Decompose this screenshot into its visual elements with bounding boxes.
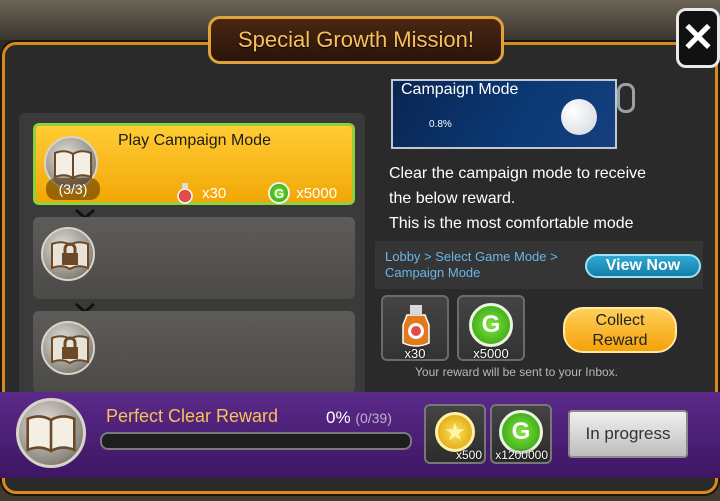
title-text: Special Growth Mission!	[238, 27, 474, 52]
path-line-2: Campaign Mode	[385, 265, 481, 280]
desc-line-2: the below reward.	[389, 190, 516, 207]
reward-qty: x500	[455, 448, 482, 462]
book-icon	[16, 398, 86, 468]
perfect-progress-bar	[100, 432, 412, 450]
mission-description: Clear the campaign mode to receive the b…	[389, 161, 709, 236]
mission-progress: (3/3)	[46, 178, 100, 200]
mission-item-locked[interactable]	[33, 217, 355, 299]
reward-slot-coin[interactable]: G x1200000	[490, 404, 552, 464]
percent-value: 0%	[326, 408, 351, 427]
path-text: Lobby > Select Game Mode > Campaign Mode	[385, 249, 585, 281]
lock-book-icon	[41, 321, 95, 375]
golf-ball-icon	[561, 99, 597, 135]
mission-item-campaign[interactable]: (3/3) Play Campaign Mode x30 G x5000	[33, 123, 355, 205]
banner-percent: 0.8%	[429, 119, 452, 130]
potion-icon	[402, 305, 430, 347]
desc-line-3: This is the most comfortable mode	[389, 215, 634, 232]
reward-potion-qty: x30	[202, 184, 227, 202]
g-coin-icon: G	[469, 303, 513, 347]
mission-rewards: x30 G x5000	[174, 182, 337, 204]
percent-count: (0/39)	[355, 410, 392, 426]
mission-list[interactable]: (3/3) Play Campaign Mode x30 G x5000	[19, 113, 365, 431]
collect-line-2: Reward	[592, 332, 648, 349]
potion-icon	[177, 183, 193, 204]
banner-title: Campaign Mode	[401, 81, 519, 98]
campaign-banner: Campaign Mode 0.8%	[391, 79, 617, 149]
reward-slot-potion[interactable]: x30	[381, 295, 449, 361]
mission-item-locked[interactable]	[33, 311, 355, 393]
perfect-clear-percent: 0% (0/39)	[326, 408, 392, 428]
reward-qty: x1200000	[495, 448, 548, 462]
reward-qty: x30	[404, 346, 426, 361]
paperclip-icon	[617, 83, 635, 113]
close-button[interactable]: ✕	[676, 8, 720, 68]
reward-qty: x5000	[473, 346, 509, 361]
path-line-1: Lobby > Select Game Mode >	[385, 249, 558, 264]
perfect-clear-bar: Perfect Clear Reward 0% (0/39) ★ x500 G …	[0, 392, 720, 478]
desc-line-1: Clear the campaign mode to receive	[389, 165, 647, 182]
reward-coin-qty: x5000	[296, 184, 338, 202]
g-coin-icon: G	[268, 182, 291, 204]
collect-reward-button[interactable]: Collect Reward	[563, 307, 677, 353]
collect-line-1: Collect	[595, 312, 645, 329]
inbox-note: Your reward will be sent to your Inbox.	[415, 365, 618, 379]
modal-title: Special Growth Mission!	[208, 16, 504, 64]
in-progress-button[interactable]: In progress	[568, 410, 688, 458]
navigation-path: Lobby > Select Game Mode > Campaign Mode…	[375, 241, 703, 289]
mission-title: Play Campaign Mode	[118, 132, 271, 149]
reward-slot-star[interactable]: ★ x500	[424, 404, 486, 464]
view-now-button[interactable]: View Now	[585, 254, 701, 278]
lock-book-icon	[41, 227, 95, 281]
reward-slot-coin[interactable]: G x5000	[457, 295, 525, 361]
close-icon: ✕	[681, 16, 715, 60]
star-coin-icon: ★	[435, 412, 475, 452]
perfect-clear-title: Perfect Clear Reward	[106, 406, 279, 426]
